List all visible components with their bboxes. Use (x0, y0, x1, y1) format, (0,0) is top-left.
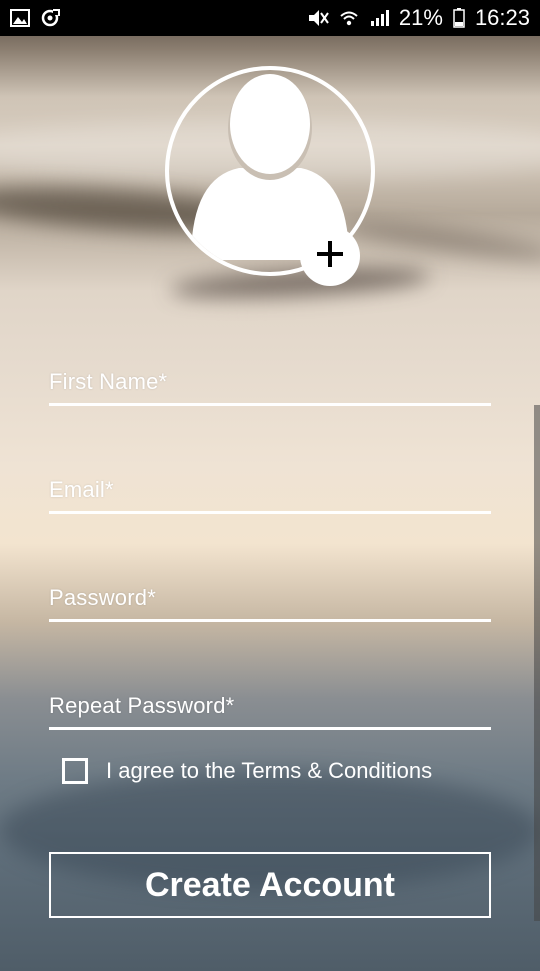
terms-checkbox[interactable] (62, 758, 88, 784)
first-name-placeholder: First Name* (49, 369, 168, 394)
battery-icon (453, 8, 465, 28)
wifi-icon (339, 9, 359, 27)
clock: 16:23 (474, 5, 530, 30)
mute-vibrate-icon (307, 8, 329, 28)
terms-row[interactable]: I agree to the Terms & Conditions (62, 756, 432, 786)
plus-icon (315, 239, 345, 274)
repeat-password-placeholder: Repeat Password* (49, 693, 235, 718)
email-placeholder: Email* (49, 477, 114, 502)
signup-screen: 21% 16:23 First Name* Email* Password* R… (0, 0, 540, 971)
sync-icon (40, 8, 60, 28)
password-placeholder: Password* (49, 585, 156, 610)
add-photo-button[interactable] (300, 226, 360, 286)
status-bar: 21% 16:23 (0, 0, 540, 36)
password-field[interactable]: Password* (49, 572, 491, 622)
first-name-field[interactable]: First Name* (49, 356, 491, 406)
email-field[interactable]: Email* (49, 464, 491, 514)
repeat-password-field[interactable]: Repeat Password* (49, 680, 491, 730)
gallery-icon (10, 9, 30, 27)
terms-label[interactable]: I agree to the Terms & Conditions (106, 758, 432, 784)
battery-percent: 21% (398, 5, 443, 30)
signal-icon (369, 9, 389, 27)
scrollbar[interactable] (534, 405, 540, 921)
create-account-button[interactable]: Create Account (49, 852, 491, 918)
